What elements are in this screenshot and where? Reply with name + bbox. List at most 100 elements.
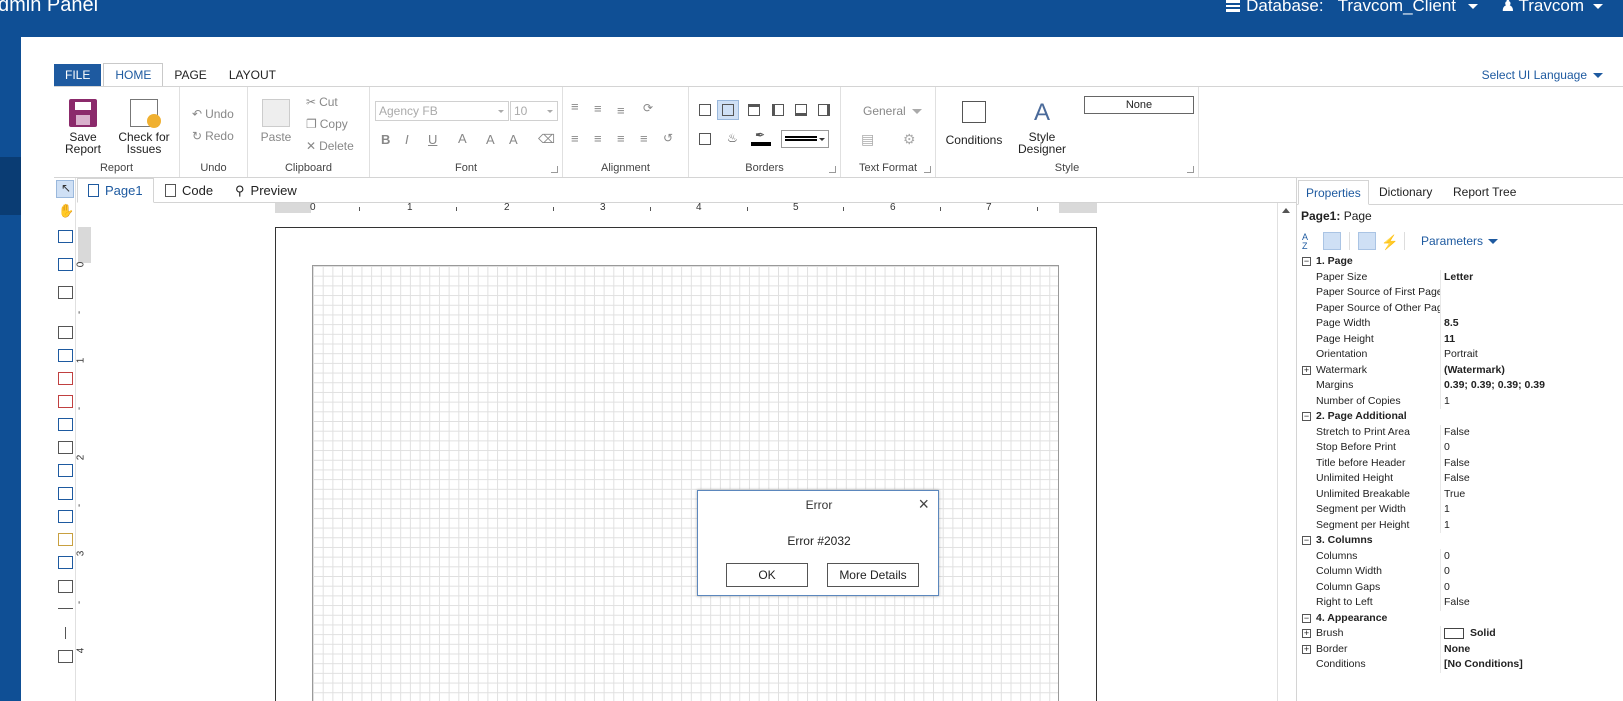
borders-dialog-launcher[interactable] [829,166,836,173]
property-row[interactable]: Page Height 11 [1297,331,1623,347]
undo-button[interactable]: ↶ Undo [192,107,234,121]
user-menu[interactable]: ♟ Travcom [1500,0,1603,16]
canvas-scrollbar[interactable] [1277,203,1294,701]
tab-page1[interactable]: Page1 [77,178,154,203]
property-value[interactable]: 0 [1444,564,1450,580]
hand-tool[interactable]: ✋ [58,203,74,218]
parameters-dropdown[interactable]: Parameters [1421,234,1499,248]
tab-properties[interactable]: Properties [1298,180,1369,205]
property-category[interactable]: −3. Columns [1297,533,1623,549]
font-color-button[interactable]: A [458,131,467,146]
align-right-button[interactable]: ≡ [617,131,625,146]
grow-font-button[interactable]: A [486,132,495,147]
redo-button[interactable]: ↻ Redo [192,129,234,143]
property-row[interactable]: Stop Before Print 0 [1297,440,1623,456]
property-value[interactable]: Solid [1444,626,1496,642]
table-component-tool[interactable] [58,349,73,362]
property-row[interactable]: Column Width 0 [1297,564,1623,580]
container-tool[interactable] [58,441,73,454]
border-none-button[interactable] [699,133,711,145]
band-tool-1[interactable] [58,230,73,243]
property-value[interactable]: False [1444,456,1470,472]
border-outside-button[interactable] [717,100,739,120]
border-color-button[interactable]: ✒ [751,128,771,146]
font-size-select[interactable]: 10 [510,101,558,121]
text-component-tool[interactable] [58,326,73,339]
property-value[interactable]: 1 [1444,502,1450,518]
rectangle-tool[interactable] [58,580,73,593]
ok-button[interactable]: OK [726,563,808,587]
collapse-icon[interactable]: − [1302,536,1311,545]
database-selector[interactable]: Database: Travcom_Client [1226,0,1478,16]
property-row[interactable]: Segment per Width 1 [1297,502,1623,518]
categorized-icon[interactable] [1323,232,1341,250]
horizontal-line-tool[interactable] [58,608,73,609]
property-row[interactable]: Orientation Portrait [1297,347,1623,363]
collapse-icon[interactable]: − [1302,613,1311,623]
property-row[interactable]: + Brush Solid [1297,626,1623,642]
border-all-button[interactable] [699,104,711,116]
style-select[interactable]: None [1084,96,1194,114]
events-icon[interactable]: ⚡ [1380,232,1398,250]
property-row[interactable]: Right to Left False [1297,595,1623,611]
collapse-icon[interactable]: − [1302,257,1311,266]
property-value[interactable]: (Watermark) [1444,363,1505,379]
paste-button[interactable]: Paste [256,99,296,143]
barcode-tool[interactable] [58,556,73,569]
copy-button[interactable]: ❐ Copy [306,117,348,131]
property-row[interactable]: Unlimited Height False [1297,471,1623,487]
font-family-select[interactable]: Agency FB [375,101,509,121]
property-value[interactable]: 0 [1444,580,1450,596]
vertical-line-tool[interactable] [65,627,66,639]
subreport-tool[interactable] [58,464,73,477]
property-value[interactable]: 0 [1444,549,1450,565]
property-value[interactable]: 8.5 [1444,316,1459,332]
save-report-button[interactable]: Save Report [62,99,104,155]
property-row[interactable]: Stretch to Print Area False [1297,424,1623,440]
property-value[interactable]: None [1444,642,1470,658]
property-row[interactable]: Unlimited Breakable True [1297,486,1623,502]
property-value[interactable]: Letter [1444,270,1473,286]
property-row[interactable]: Paper Source of First Page [1297,285,1623,301]
property-row[interactable]: Segment per Height 1 [1297,517,1623,534]
property-row[interactable]: Page Width 8.5 [1297,316,1623,332]
sort-alphabetical-icon[interactable]: AZ [1301,232,1319,251]
fill-color-button[interactable]: ♨ [727,131,738,145]
rotate-text-button[interactable]: ⟳ [643,101,653,115]
align-middle-button[interactable]: ≡ [594,101,602,116]
rounded-rectangle-tool[interactable] [58,650,73,663]
underline-button[interactable]: U [428,132,437,147]
collapse-icon[interactable]: − [1302,412,1311,421]
conditions-button[interactable]: Conditions [942,99,1006,146]
select-tool[interactable]: ↖ [56,180,74,198]
property-row[interactable]: Paper Source of Other Pages [1297,300,1623,316]
tab-file[interactable]: FILE [54,64,102,87]
align-bottom-button[interactable]: ≡ [617,103,625,118]
check-issues-button[interactable]: Check for Issues [114,99,174,155]
property-value[interactable]: False [1444,471,1470,487]
property-value[interactable]: 1 [1444,518,1450,534]
expand-icon[interactable]: + [1302,644,1311,654]
property-row[interactable]: + Border None [1297,641,1623,658]
zip-code-tool[interactable] [58,510,73,523]
property-row[interactable]: Column Gaps 0 [1297,579,1623,596]
band-tool-2[interactable] [58,258,73,271]
nav-active-marker[interactable] [0,157,21,215]
expand-icon[interactable]: + [1302,365,1311,375]
tab-preview[interactable]: ⚲ Preview [225,178,307,203]
justify-button[interactable]: ≡ [640,131,648,146]
word-wrap-button[interactable]: ↺ [663,131,673,145]
property-value[interactable]: 0.39; 0.39; 0.39; 0.39 [1444,378,1545,394]
property-row[interactable]: Number of Copies 1 [1297,393,1623,409]
italic-button[interactable]: I [405,132,409,147]
clear-format-button[interactable]: ⌫ [538,132,555,146]
property-category[interactable]: −4. Appearance [1297,610,1623,626]
style-dialog-launcher[interactable] [1187,166,1194,173]
border-bottom-button[interactable] [795,104,807,116]
ui-language-selector[interactable]: Select UI Language [1482,68,1603,82]
expand-icon[interactable]: + [1302,629,1311,638]
property-row[interactable]: Paper Size Letter [1297,269,1623,286]
delete-button[interactable]: ✕ Delete [306,139,354,153]
band-tool-3[interactable] [58,286,73,299]
text-format-dialog-launcher[interactable] [924,166,931,173]
